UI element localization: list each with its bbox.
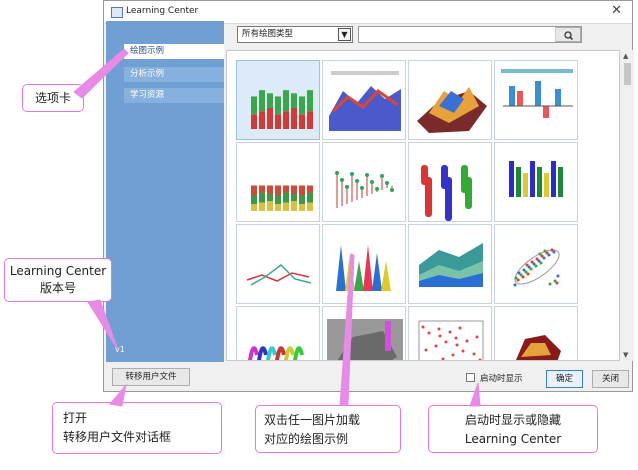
scroll-down-icon[interactable]: ▼ <box>623 351 628 359</box>
thumbnail-image <box>419 243 483 287</box>
thumbnail-image <box>516 335 561 360</box>
callout-tab-text: 选项卡 <box>34 91 71 105</box>
tab-learning-resources[interactable]: 学习资源 <box>124 88 224 103</box>
chevron-down-icon[interactable]: ▼ <box>338 28 351 41</box>
window-title: Learning Center <box>126 6 199 16</box>
app-icon <box>111 7 123 18</box>
thumbnail-image <box>329 71 401 131</box>
search-button[interactable] <box>555 27 581 42</box>
thumbnail-image <box>335 171 394 208</box>
callout-tab: 选项卡 <box>22 84 84 112</box>
toolbar: 所有绘图类型 ▼ <box>226 21 636 49</box>
gallery-thumbnail[interactable] <box>236 306 320 360</box>
gallery-thumbnail[interactable] <box>322 60 406 140</box>
gallery-thumbnail[interactable] <box>322 306 406 360</box>
callout-version: Learning Center 版本号 <box>4 258 112 302</box>
sidebar: 绘图示例 分析示例 学习资源 v1 <box>106 21 224 362</box>
thumbnail-image <box>251 185 313 211</box>
gallery-thumbnail[interactable] <box>322 224 406 304</box>
search-icon <box>564 31 574 41</box>
tab-analysis-examples[interactable]: 分析示例 <box>124 67 224 82</box>
gallery-thumbnail[interactable] <box>494 60 578 140</box>
gallery-thumbnail[interactable] <box>408 60 492 140</box>
gallery-thumbnail[interactable] <box>322 142 406 222</box>
gallery-thumbnail[interactable] <box>494 224 578 304</box>
bottom-bar: 转移用户文件 启动时显示 确定 关闭 <box>104 362 634 393</box>
thumbnail-image <box>417 87 487 133</box>
thumbnail-image <box>246 264 312 286</box>
category-select-value: 所有绘图类型 <box>242 29 294 39</box>
thumbnail-image <box>421 165 472 221</box>
callout-transfer: 打开 转移用户文件对话框 <box>52 402 222 454</box>
thumbnail-image <box>248 346 304 360</box>
gallery-thumbnail[interactable] <box>408 142 492 222</box>
callout-gallery: 双击任一图片加载 对应的绘图示例 <box>255 405 401 453</box>
thumbnail-image <box>336 245 391 291</box>
thumbnail-gallery[interactable] <box>226 50 620 361</box>
thumbnail-image <box>509 161 563 197</box>
scrollbar[interactable]: ▲ ▼ <box>621 50 634 361</box>
version-label: v1 <box>115 345 125 354</box>
close-icon[interactable]: ✕ <box>611 3 622 18</box>
learning-center-window: Learning Center ✕ 绘图示例 分析示例 学习资源 v1 所有绘图… <box>103 0 636 393</box>
search-input[interactable] <box>358 26 582 43</box>
gallery-thumbnail[interactable] <box>236 60 320 140</box>
close-button[interactable]: 关闭 <box>592 370 629 388</box>
scroll-up-icon[interactable]: ▲ <box>623 52 628 60</box>
gallery-thumbnail[interactable] <box>408 224 492 304</box>
gallery-thumbnail[interactable] <box>236 224 320 304</box>
ok-button[interactable]: 确定 <box>546 370 583 388</box>
scrollbar-thumb[interactable] <box>624 63 631 85</box>
thumbnail-image <box>251 90 313 129</box>
tab-plot-examples[interactable]: 绘图示例 <box>124 44 224 59</box>
transfer-user-files-button[interactable]: 转移用户文件 <box>112 368 190 386</box>
thumbnail-image <box>513 248 560 287</box>
show-on-start-checkbox[interactable] <box>466 373 475 382</box>
show-on-start-label: 启动时显示 <box>480 374 523 384</box>
gallery-thumbnail[interactable] <box>494 306 578 360</box>
gallery-thumbnail[interactable] <box>494 142 578 222</box>
thumbnail-image <box>501 69 573 118</box>
callout-startup: 启动时显示或隐藏 Learning Center <box>428 405 598 453</box>
thumbnail-image <box>327 319 403 360</box>
category-select[interactable]: 所有绘图类型 ▼ <box>237 26 353 43</box>
gallery-thumbnail[interactable] <box>408 306 492 360</box>
gallery-thumbnail[interactable] <box>236 142 320 222</box>
thumbnail-image <box>418 320 484 360</box>
